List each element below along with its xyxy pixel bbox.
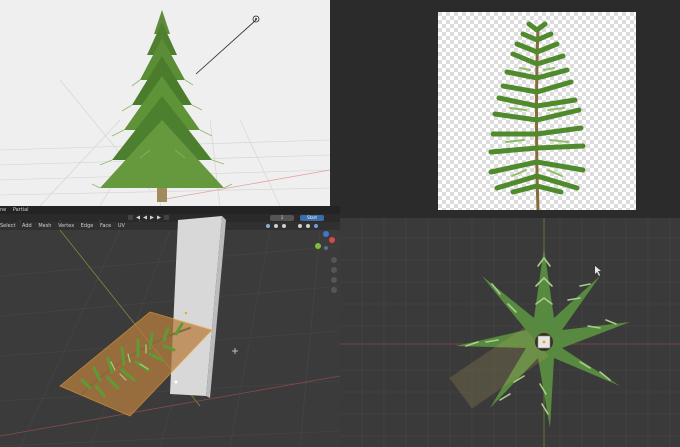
navigation-gizmo[interactable] bbox=[315, 231, 335, 250]
3d-cursor-icon[interactable] bbox=[232, 348, 238, 354]
mouse-cursor-icon bbox=[595, 266, 601, 276]
texture-preview-canvas bbox=[438, 12, 636, 211]
top-viewport-panel[interactable] bbox=[340, 218, 680, 447]
texture-preview-panel[interactable] bbox=[330, 0, 680, 218]
viewport-shading-icons[interactable] bbox=[266, 224, 318, 228]
render-preview-canvas bbox=[0, 10, 330, 206]
edit-viewport-panel[interactable]: ne Partial 1 Start Select Add Mesh Verte… bbox=[0, 206, 340, 447]
edit-viewport-canvas bbox=[0, 216, 340, 447]
view-tool-icons[interactable] bbox=[331, 257, 337, 293]
trunk-mesh[interactable] bbox=[170, 216, 226, 398]
origin-point bbox=[184, 311, 188, 315]
pivot-point bbox=[174, 380, 178, 384]
blender-screenshot-collage: ne Partial 1 Start Select Add Mesh Verte… bbox=[0, 0, 680, 447]
render-preview-panel[interactable] bbox=[0, 0, 330, 206]
top-viewport-canvas bbox=[340, 218, 680, 447]
